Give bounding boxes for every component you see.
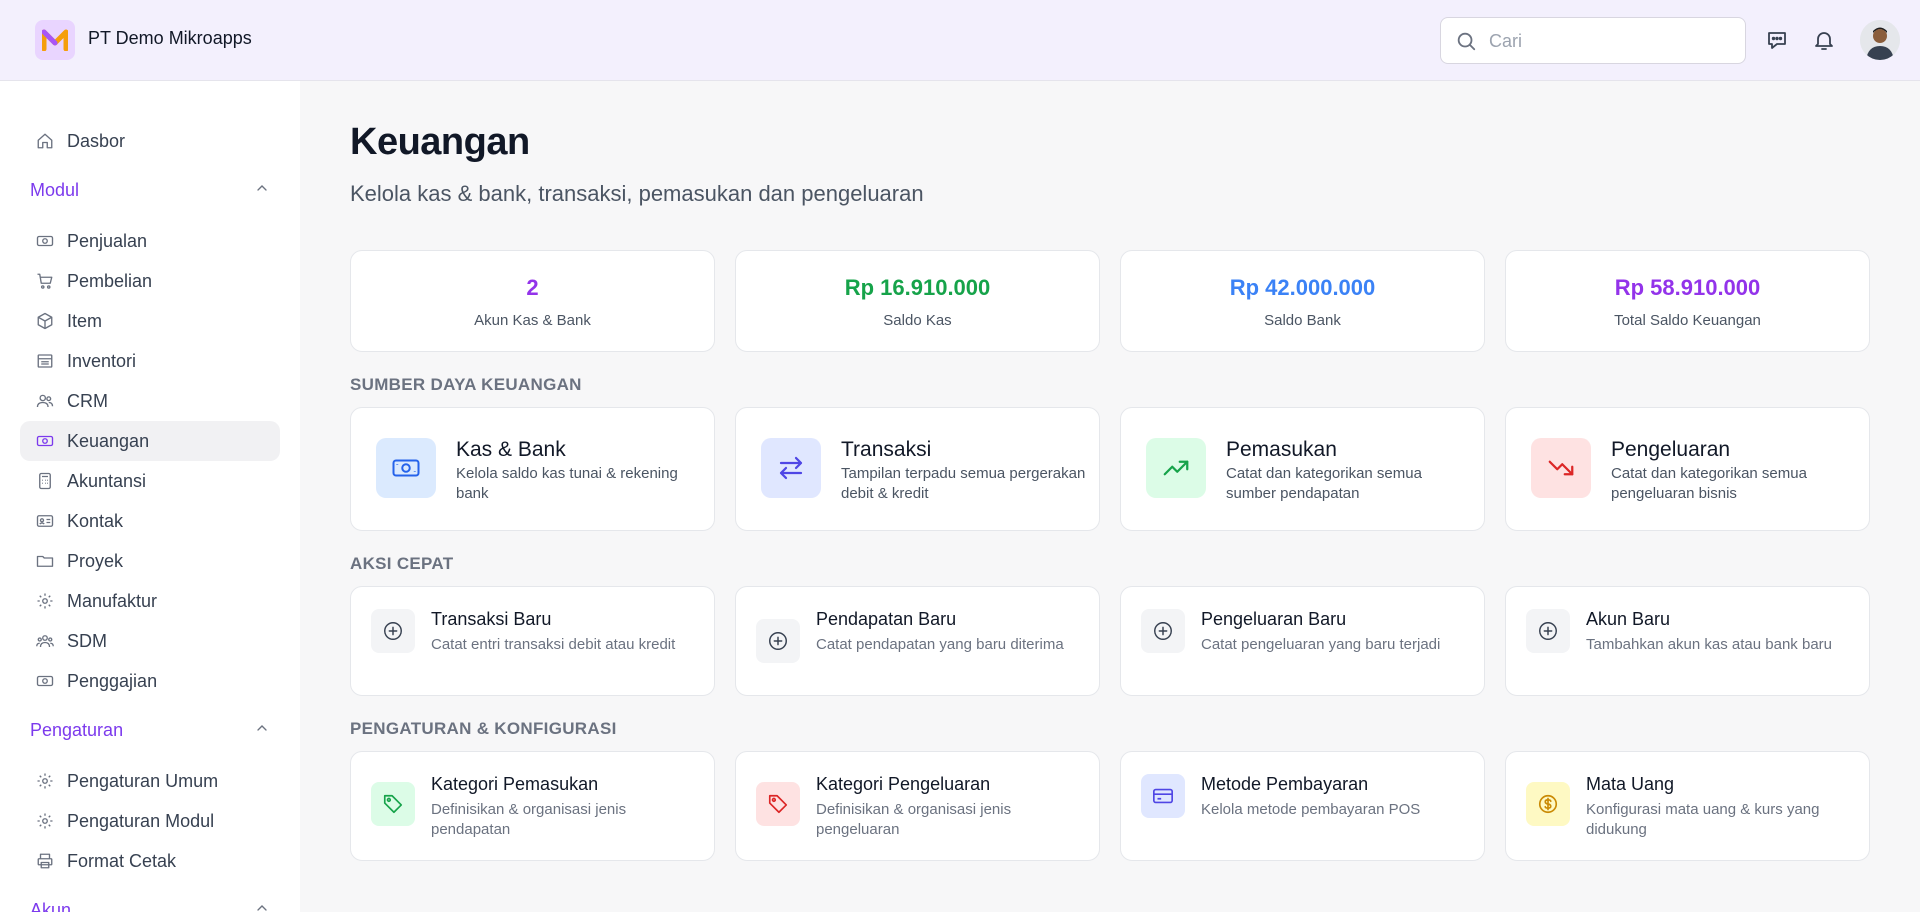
credit-card-icon	[1141, 774, 1185, 818]
search-icon	[1455, 30, 1477, 57]
resource-card-pemasukan[interactable]: Pemasukan Catat dan kategorikan semua su…	[1120, 407, 1485, 531]
sidebar-item-penggajian[interactable]: Penggajian	[20, 661, 280, 701]
plus-circle-icon	[1526, 609, 1570, 653]
trending-down-icon	[1531, 438, 1591, 498]
sidebar-item-pengaturan-modul[interactable]: Pengaturan Modul	[20, 801, 280, 841]
section-modul[interactable]: Modul	[30, 177, 270, 203]
main-content: Keuangan Kelola kas & bank, transaksi, p…	[300, 81, 1920, 912]
home-icon	[34, 130, 56, 152]
calculator-icon	[34, 470, 56, 492]
quick-action-pengeluaran-baru[interactable]: Pengeluaran Baru Catat pengeluaran yang …	[1120, 586, 1485, 696]
payroll-icon	[34, 670, 56, 692]
sidebar-item-proyek[interactable]: Proyek	[20, 541, 280, 581]
sidebar-item-item[interactable]: Item	[20, 301, 280, 341]
sidebar-item-inventori[interactable]: Inventori	[20, 341, 280, 381]
tag-icon	[756, 782, 800, 826]
page-subtitle: Kelola kas & bank, transaksi, pemasukan …	[350, 181, 924, 206]
section-title-pengaturan: PENGATURAN & KONFIGURASI	[350, 719, 617, 738]
chat-icon[interactable]	[1763, 26, 1791, 54]
users-icon	[34, 390, 56, 412]
printer-icon	[34, 850, 56, 872]
chevron-up-icon	[254, 900, 270, 912]
config-card-kategori-pemasukan[interactable]: Kategori Pemasukan Definisikan & organis…	[350, 751, 715, 861]
sidebar-item-keuangan[interactable]: Keuangan	[20, 421, 280, 461]
user-avatar[interactable]	[1860, 20, 1900, 60]
section-akun[interactable]: Akun	[30, 897, 270, 912]
section-title-aksi-cepat: AKSI CEPAT	[350, 554, 454, 573]
tag-icon	[371, 782, 415, 826]
plus-circle-icon	[756, 619, 800, 663]
dollar-coin-icon	[1526, 782, 1570, 826]
sidebar-item-pembelian[interactable]: Pembelian	[20, 261, 280, 301]
sidebar-item-dasbor[interactable]: Dasbor	[20, 121, 280, 161]
search-box[interactable]	[1440, 17, 1746, 64]
chevron-up-icon	[254, 180, 270, 201]
company-logo[interactable]	[35, 20, 75, 60]
plus-circle-icon	[1141, 609, 1185, 653]
banknote-icon	[34, 430, 56, 452]
folder-icon	[34, 550, 56, 572]
chevron-up-icon	[254, 720, 270, 741]
gear-icon	[34, 770, 56, 792]
cart-icon	[34, 270, 56, 292]
stat-card-total-saldo: Rp 58.910.000 Total Saldo Keuangan	[1505, 250, 1870, 352]
sidebar-item-kontak[interactable]: Kontak	[20, 501, 280, 541]
quick-action-transaksi-baru[interactable]: Transaksi Baru Catat entri transaksi deb…	[350, 586, 715, 696]
company-name: PT Demo Mikroapps	[88, 28, 252, 48]
sidebar-item-crm[interactable]: CRM	[20, 381, 280, 421]
section-title-sumber-daya: SUMBER DAYA KEUANGAN	[350, 375, 582, 394]
contact-card-icon	[34, 510, 56, 532]
bell-icon[interactable]	[1810, 26, 1838, 54]
quick-action-akun-baru[interactable]: Akun Baru Tambahkan akun kas atau bank b…	[1505, 586, 1870, 696]
warehouse-icon	[34, 350, 56, 372]
sidebar-item-pengaturan-umum[interactable]: Pengaturan Umum	[20, 761, 280, 801]
trending-up-icon	[1146, 438, 1206, 498]
search-input[interactable]	[1489, 28, 1729, 54]
cash-icon	[34, 230, 56, 252]
team-icon	[34, 630, 56, 652]
sidebar-item-akuntansi[interactable]: Akuntansi	[20, 461, 280, 501]
gear-icon	[34, 590, 56, 612]
resource-card-transaksi[interactable]: Transaksi Tampilan terpadu semua pergera…	[735, 407, 1100, 531]
stat-card-saldo-kas: Rp 16.910.000 Saldo Kas	[735, 250, 1100, 352]
config-card-kategori-pengeluaran[interactable]: Kategori Pengeluaran Definisikan & organ…	[735, 751, 1100, 861]
sidebar-item-penjualan[interactable]: Penjualan	[20, 221, 280, 261]
section-pengaturan[interactable]: Pengaturan	[30, 717, 270, 743]
stat-card-saldo-bank: Rp 42.000.000 Saldo Bank	[1120, 250, 1485, 352]
sidebar-item-format-cetak[interactable]: Format Cetak	[20, 841, 280, 881]
arrows-exchange-icon	[761, 438, 821, 498]
resource-card-pengeluaran[interactable]: Pengeluaran Catat dan kategorikan semua …	[1505, 407, 1870, 531]
sidebar-item-sdm[interactable]: SDM	[20, 621, 280, 661]
banknote-icon	[376, 438, 436, 498]
gear-icon	[34, 810, 56, 832]
config-card-metode-pembayaran[interactable]: Metode Pembayaran Kelola metode pembayar…	[1120, 751, 1485, 861]
sidebar: Dasbor Modul Penjualan Pembelian Item In…	[0, 81, 300, 912]
resource-card-kas-bank[interactable]: Kas & Bank Kelola saldo kas tunai & reke…	[350, 407, 715, 531]
logo-m-icon	[42, 29, 68, 51]
plus-circle-icon	[371, 609, 415, 653]
config-card-mata-uang[interactable]: Mata Uang Konfigurasi mata uang & kurs y…	[1505, 751, 1870, 861]
sidebar-item-manufaktur[interactable]: Manufaktur	[20, 581, 280, 621]
box-icon	[34, 310, 56, 332]
page-title: Keuangan	[350, 121, 530, 163]
top-header: PT Demo Mikroapps	[0, 0, 1920, 81]
quick-action-pendapatan-baru[interactable]: Pendapatan Baru Catat pendapatan yang ba…	[735, 586, 1100, 696]
stat-card-akun: 2 Akun Kas & Bank	[350, 250, 715, 352]
